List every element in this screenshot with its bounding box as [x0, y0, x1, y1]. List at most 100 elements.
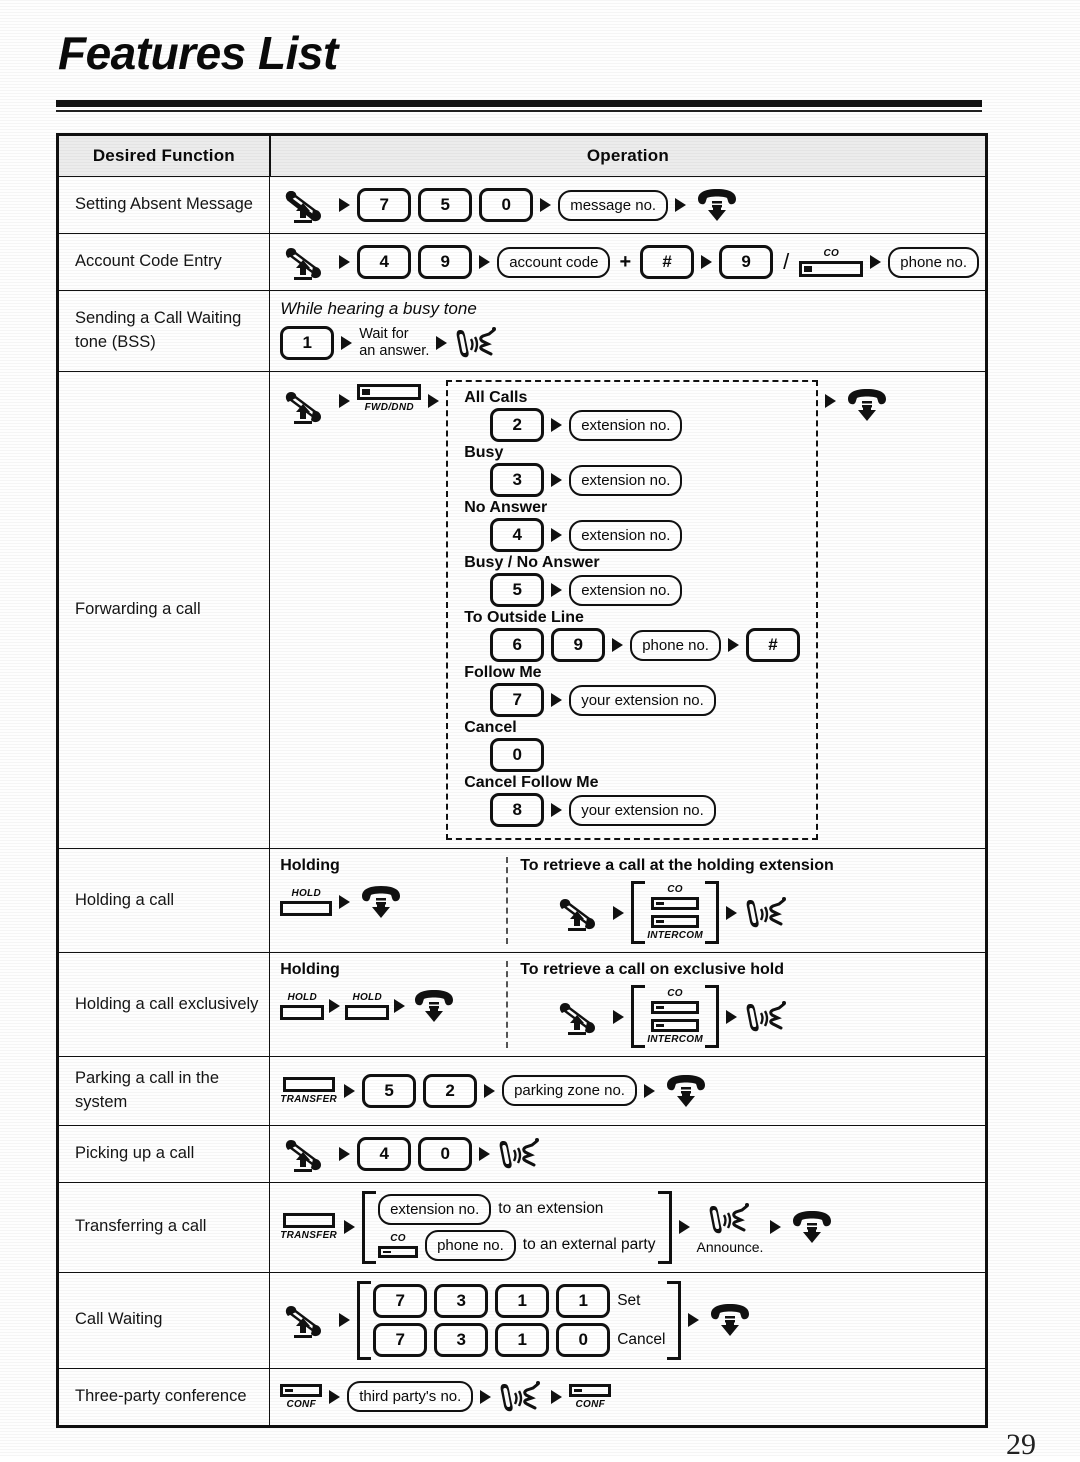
conf-button[interactable]: CONF: [280, 1383, 323, 1410]
page-number: 29: [1006, 1428, 1036, 1461]
keypad-key[interactable]: 9: [551, 628, 606, 662]
keypad-key[interactable]: 1: [556, 1283, 611, 1318]
intercom-button[interactable]: INTERCOM: [647, 1019, 703, 1045]
conf-button-bar: [569, 1383, 612, 1397]
keypad-key[interactable]: 7: [373, 1283, 428, 1318]
hold-button-second[interactable]: HOLD: [345, 992, 390, 1020]
keypad-key[interactable]: 4: [357, 245, 412, 279]
co-button-bar: [651, 897, 700, 910]
co-button[interactable]: CO: [647, 884, 703, 910]
input-field-bubble[interactable]: extension no.: [569, 409, 683, 441]
input-field-bubble[interactable]: third party's no.: [347, 1381, 474, 1413]
co-button-bar: [378, 1245, 419, 1258]
onhook-handset-icon: [357, 883, 405, 921]
call-waiting-bracket: 7 3 1 1 Set 7 3 1 0 Cancel: [357, 1280, 682, 1360]
function-label: Holding a call exclusively: [57, 952, 271, 1057]
holding-right-panel: To retrieve a call at the holding extens…: [520, 857, 979, 944]
input-field-bubble[interactable]: account code: [497, 246, 611, 278]
keypad-key[interactable]: 9: [719, 245, 774, 279]
forward-option-label: Busy: [464, 444, 504, 461]
arrow-icon: [339, 1313, 351, 1328]
co-button[interactable]: CO: [799, 248, 864, 277]
conf-button-label: CONF: [286, 1398, 316, 1410]
table-row: Holding a call Holding HOLD To retrieve …: [57, 848, 986, 953]
keypad-key[interactable]: 6: [490, 628, 545, 662]
input-field-bubble[interactable]: phone no.: [425, 1229, 516, 1261]
transfer-option-extension: extension no. to an extension: [378, 1193, 655, 1225]
keypad-key[interactable]: 0: [490, 738, 545, 772]
transfer-button[interactable]: TRANSFER: [280, 1076, 337, 1105]
keypad-key[interactable]: 3: [490, 463, 545, 497]
transfer-button[interactable]: TRANSFER: [280, 1213, 337, 1241]
forward-option-label: Follow Me: [464, 664, 542, 681]
keypad-key[interactable]: 5: [418, 188, 473, 222]
offhook-handset-icon: [554, 997, 606, 1037]
keypad-key[interactable]: 9: [418, 245, 473, 279]
keypad-key[interactable]: 0: [418, 1136, 473, 1171]
cancel-label: Cancel: [617, 1330, 666, 1348]
keypad-key[interactable]: 0: [479, 188, 534, 222]
manual-page: Features List Desired Function Operation…: [0, 0, 1080, 1461]
intercom-button-label: INTERCOM: [647, 1034, 703, 1045]
hold-button[interactable]: HOLD: [280, 992, 325, 1020]
keypad-key[interactable]: 5: [362, 1073, 417, 1108]
call-waiting-set-row: 7 3 1 1 Set: [373, 1283, 665, 1318]
title-rule-thin: [56, 110, 982, 112]
keypad-key[interactable]: 4: [357, 1136, 412, 1171]
input-field-bubble[interactable]: your extension no.: [569, 684, 716, 716]
keypad-key[interactable]: 3: [434, 1322, 489, 1357]
keypad-key[interactable]: 2: [423, 1073, 478, 1108]
input-field-bubble[interactable]: extension no.: [569, 464, 683, 496]
arrow-icon: [551, 583, 563, 597]
function-label: Call Waiting: [57, 1271, 271, 1369]
input-field-bubble[interactable]: extension no.: [569, 519, 683, 551]
input-field-bubble[interactable]: your extension no.: [569, 794, 716, 826]
forward-option: All Calls 2 extension no.: [464, 389, 800, 442]
co-button[interactable]: CO: [378, 1233, 419, 1258]
keypad-key[interactable]: 7: [373, 1322, 428, 1357]
input-field-bubble[interactable]: extension no.: [569, 574, 683, 606]
keypad-key[interactable]: 7: [490, 683, 545, 717]
hold-button-label: HOLD: [352, 992, 382, 1003]
keypad-key[interactable]: 1: [495, 1283, 550, 1318]
keypad-key[interactable]: 3: [434, 1283, 489, 1318]
intercom-button[interactable]: INTERCOM: [647, 915, 703, 941]
keypad-key[interactable]: 7: [357, 188, 412, 222]
arrow-icon: [339, 1146, 351, 1161]
keypad-key[interactable]: 8: [490, 793, 545, 827]
fwd-dnd-button[interactable]: FWD/DND: [357, 384, 422, 413]
slash-separator: /: [783, 249, 790, 274]
keypad-key-hash[interactable]: #: [745, 628, 800, 662]
offhook-handset-icon: [280, 386, 332, 426]
features-table: Desired Function Operation Setting Absen…: [56, 133, 988, 1428]
conf-button-label: CONF: [575, 1398, 606, 1410]
arrow-icon: [727, 638, 739, 652]
conf-button[interactable]: CONF: [569, 1383, 612, 1410]
keypad-key[interactable]: 4: [490, 518, 545, 552]
plus-sign: +: [619, 250, 632, 273]
arrow-icon: [675, 198, 687, 212]
operation-cell: While hearing a busy tone 1 Wait for an …: [269, 290, 986, 372]
keypad-key[interactable]: 5: [490, 573, 545, 607]
input-field-bubble[interactable]: message no.: [558, 189, 669, 221]
onhook-handset-icon: [662, 1072, 710, 1110]
hold-button[interactable]: HOLD: [280, 888, 333, 916]
keypad-key[interactable]: 1: [280, 326, 335, 360]
table-header-row: Desired Function Operation: [57, 135, 986, 177]
function-label: Setting Absent Message: [57, 176, 271, 234]
input-field-bubble[interactable]: extension no.: [378, 1193, 492, 1225]
table-row: Forwarding a call FWD/DND All Calls 2 ex…: [57, 371, 986, 849]
input-field-bubble[interactable]: phone no.: [888, 246, 979, 278]
arrow-icon: [725, 1009, 737, 1024]
arrow-icon: [688, 1313, 700, 1328]
keypad-key-hash[interactable]: #: [640, 245, 695, 279]
keypad-key[interactable]: 1: [495, 1322, 550, 1357]
keypad-key[interactable]: 2: [490, 408, 545, 442]
co-button[interactable]: CO: [647, 988, 703, 1014]
keypad-key[interactable]: 0: [556, 1322, 611, 1357]
co-button-bar: [651, 1001, 700, 1014]
input-field-bubble[interactable]: phone no.: [630, 629, 721, 661]
input-field-bubble[interactable]: parking zone no.: [502, 1075, 637, 1107]
column-header-operation: Operation: [269, 135, 986, 177]
offhook-handset-icon: [280, 1134, 332, 1174]
